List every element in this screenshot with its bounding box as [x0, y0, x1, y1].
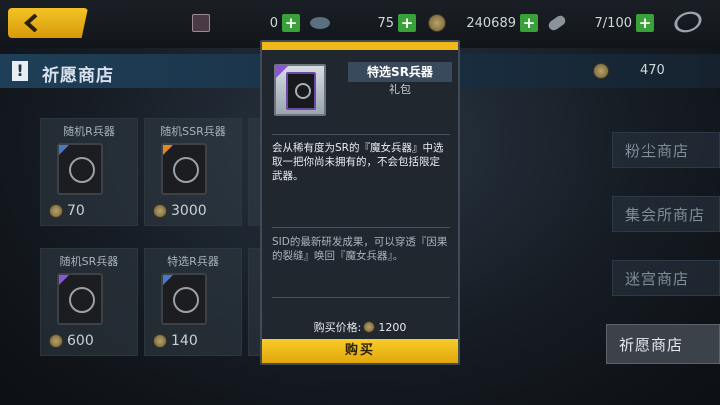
gold-value: 240689 [466, 15, 516, 31]
coin-icon [153, 334, 167, 348]
sr-weapon-book-icon [286, 72, 316, 110]
item-description: 会从稀有度为SR的『魔女兵器』中选取一把你尚未拥有的，不会包括限定武器。 [272, 142, 444, 182]
coin-icon [49, 204, 63, 218]
stamina-capsule-icon [546, 13, 568, 33]
crystal-value: 75 [377, 15, 394, 31]
item-lore: SID的最新研发成果，可以穿透『因果的裂缝』唤回『魔女兵器』。 [272, 236, 448, 262]
settings-ring-button[interactable] [671, 8, 705, 36]
purchase-price: 购买价格: 1200 [262, 319, 458, 335]
divider [272, 227, 450, 228]
item-type: 礼包 [389, 83, 411, 96]
price-value: 1200 [378, 320, 407, 334]
weapon-book-icon [161, 273, 207, 325]
price-label: 购买价格: [313, 321, 362, 334]
add-card-pack-button[interactable]: + [282, 14, 300, 32]
gold-counter: 240689 + [428, 12, 538, 34]
weapon-book-icon [161, 143, 207, 195]
card-pack-icon [192, 14, 210, 32]
crystal-icon [310, 17, 330, 29]
shop-item-price: 70 [49, 203, 85, 219]
add-crystal-button[interactable]: + [398, 14, 416, 32]
wish-currency-icon [593, 63, 609, 79]
shop-item-card[interactable]: 随机SR兵器 600 [40, 248, 138, 356]
shop-item-name: 随机SR兵器 [59, 255, 119, 268]
shop-item-price: 140 [153, 333, 198, 349]
stamina-value: 7/100 [594, 15, 632, 31]
nav-wish-shop[interactable]: 祈愿商店 [606, 324, 720, 364]
add-gold-button[interactable]: + [520, 14, 538, 32]
item-icon [274, 64, 326, 116]
shop-item-card[interactable]: 随机R兵器 70 [40, 118, 138, 226]
shop-item-name: 随机R兵器 [63, 125, 115, 138]
crystal-counter: 75 + [310, 12, 416, 34]
wish-currency-amount: 470 [640, 63, 665, 78]
shop-item-name: 特选R兵器 [167, 255, 219, 268]
coin-icon [49, 334, 63, 348]
weapon-book-icon [57, 273, 103, 325]
item-detail-dialog: 特选SR兵器 礼包 会从稀有度为SR的『魔女兵器』中选取一把你尚未拥有的，不会包… [260, 40, 460, 365]
weapon-book-icon [57, 143, 103, 195]
nav-dust-shop[interactable]: 粉尘商店 [612, 132, 720, 168]
card-pack-counter: 0 + [192, 12, 300, 34]
buy-button[interactable]: 购买 [262, 339, 458, 363]
shop-screen: 0 + 75 + 240689 + 7/100 + ! 祈愿商店 470 随机R… [0, 0, 720, 405]
nav-assembly-shop[interactable]: 集会所商店 [612, 196, 720, 232]
shop-item-card[interactable]: 随机SSR兵器 3000 [144, 118, 242, 226]
shop-item-price: 3000 [153, 203, 207, 219]
coin-icon [153, 204, 167, 218]
card-pack-value: 0 [269, 15, 278, 31]
stamina-counter: 7/100 + [546, 12, 654, 34]
shop-item-price: 600 [49, 333, 94, 349]
back-button[interactable] [8, 8, 88, 38]
dialog-top-accent [262, 42, 458, 50]
add-stamina-button[interactable]: + [636, 14, 654, 32]
divider [272, 297, 450, 298]
nav-labyrinth-shop[interactable]: 迷宫商店 [612, 260, 720, 296]
chevron-left-icon [23, 14, 38, 32]
shop-item-name: 随机SSR兵器 [160, 125, 226, 138]
item-name: 特选SR兵器 [348, 62, 452, 82]
info-icon: ! [12, 61, 28, 81]
shop-item-card[interactable]: 特选R兵器 140 [144, 248, 242, 356]
shop-title: 祈愿商店 [42, 66, 114, 86]
divider [272, 134, 450, 135]
coin-icon [363, 321, 376, 333]
gold-coin-icon [428, 14, 446, 32]
